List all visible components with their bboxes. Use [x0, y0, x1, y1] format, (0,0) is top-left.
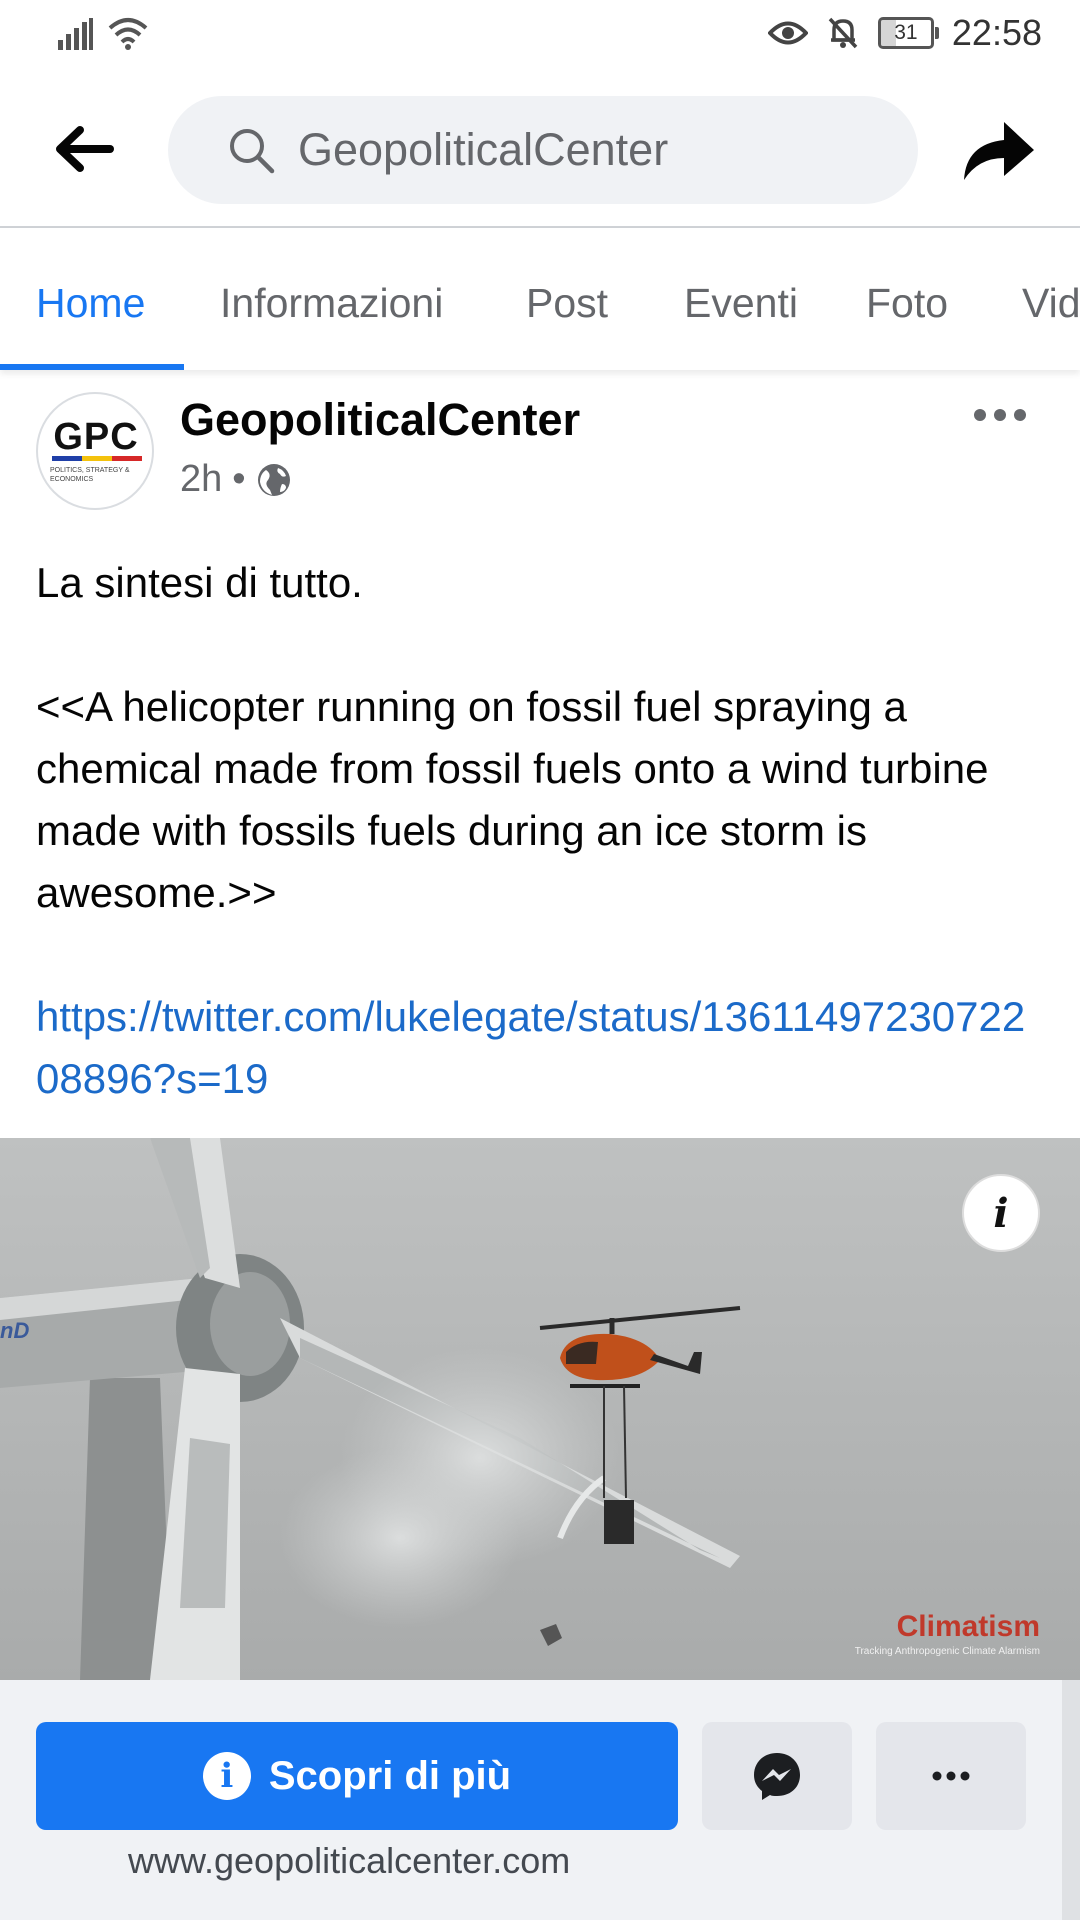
tab-informazioni[interactable]: Informazioni	[220, 280, 443, 327]
messenger-icon	[754, 1753, 800, 1800]
tab-home[interactable]: Home	[36, 280, 145, 327]
more-actions-button[interactable]	[876, 1722, 1026, 1830]
bell-off-icon	[828, 17, 858, 49]
learn-more-label: Scopri di più	[268, 1753, 512, 1798]
meta-separator: •	[232, 458, 246, 500]
post-time[interactable]: 2h	[180, 458, 222, 501]
turbine-helicopter-photo: nD	[0, 1138, 1080, 1680]
share-icon[interactable]	[960, 114, 1036, 184]
avatar-color-bars	[52, 456, 142, 461]
tab-video[interactable]: Vid	[1022, 280, 1080, 327]
post-quote: <<A helicopter running on fossil fuel sp…	[36, 683, 989, 916]
post-meta: 2h •	[180, 458, 292, 501]
clock: 22:58	[951, 12, 1042, 53]
battery-indicator: 31	[877, 17, 939, 49]
tab-foto[interactable]: Foto	[866, 280, 948, 327]
post-text-line: La sintesi di tutto.	[36, 559, 363, 606]
search-input[interactable]	[298, 124, 858, 176]
more-horizontal-icon	[932, 1771, 970, 1781]
active-tab-indicator	[0, 364, 184, 370]
learn-more-button[interactable]: i Scopri di più	[36, 1722, 678, 1830]
watermark-subtitle: Tracking Anthropogenic Climate Alarmism	[854, 1646, 1040, 1657]
scrollbar	[1062, 1680, 1080, 1920]
post-link[interactable]: https://twitter.com/lukelegate/status/13…	[36, 986, 1046, 1110]
post-body: La sintesi di tutto. <<A helicopter runn…	[36, 552, 1046, 1110]
eye-icon	[767, 21, 808, 45]
info-circle-icon: i	[202, 1752, 251, 1800]
signal-icon	[58, 18, 93, 50]
back-arrow-icon[interactable]	[54, 124, 114, 174]
messenger-button[interactable]	[702, 1722, 852, 1830]
more-options-icon[interactable]	[972, 400, 1028, 430]
top-app-bar	[0, 76, 1080, 228]
image-watermark: Climatism Tracking Anthropogenic Climate…	[855, 1610, 1040, 1657]
tab-post[interactable]: Post	[526, 280, 608, 327]
search-icon	[230, 129, 275, 174]
turbine-label: nD	[0, 1318, 29, 1343]
avatar-tagline: POLITICS, STRATEGY & ECONOMICS	[50, 467, 130, 483]
search-bar[interactable]	[168, 96, 918, 204]
page-tabs: Home Informazioni Post Eventi Foto Vid	[0, 228, 1080, 370]
battery-level: 31	[894, 21, 918, 44]
website-url[interactable]: www.geopoliticalcenter.com	[128, 1840, 570, 1882]
status-bar: 31 22:58	[0, 0, 1080, 76]
tab-eventi[interactable]: Eventi	[684, 280, 798, 327]
info-icon[interactable]: i	[962, 1174, 1040, 1252]
wifi-icon	[108, 18, 148, 50]
globe-icon	[257, 463, 290, 496]
page-name[interactable]: GeopoliticalCenter	[180, 394, 580, 446]
post-image[interactable]: nD	[0, 1138, 1080, 1680]
watermark-title: Climatism	[896, 1610, 1040, 1643]
avatar-logo-text: GPC	[53, 416, 139, 458]
avatar[interactable]: GPC POLITICS, STRATEGY & ECONOMICS	[36, 392, 154, 510]
